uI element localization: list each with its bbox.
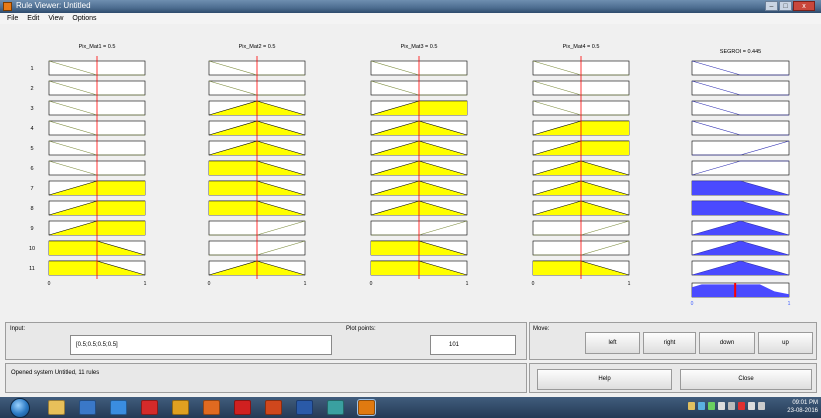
tray-battery-icon[interactable] xyxy=(738,402,745,410)
output-axis-min-label: 0 xyxy=(691,301,694,307)
window-title: Rule Viewer: Untitled xyxy=(16,1,91,10)
action-panel: Help Close xyxy=(529,363,817,393)
tray-flag-icon[interactable] xyxy=(688,402,695,410)
help-button[interactable]: Help xyxy=(537,369,672,390)
menu-file[interactable]: File xyxy=(7,13,18,24)
output-mf-cell[interactable] xyxy=(691,140,790,156)
rule-number[interactable]: 3 xyxy=(30,106,33,112)
rule-number[interactable]: 10 xyxy=(29,246,35,252)
rule-number[interactable]: 2 xyxy=(30,86,33,92)
clock[interactable]: 09:01 PM 23-08-2016 xyxy=(780,399,818,415)
internet-explorer-icon[interactable] xyxy=(110,400,127,415)
app-icon[interactable] xyxy=(327,400,344,415)
word-icon[interactable] xyxy=(296,400,313,415)
menu-view[interactable]: View xyxy=(48,13,63,24)
axis-max-label: 1 xyxy=(628,281,631,287)
rule-number[interactable]: 11 xyxy=(29,266,35,272)
axis-max-label: 1 xyxy=(466,281,469,287)
rule-number[interactable]: 9 xyxy=(30,226,33,232)
clock-time: 09:01 PM xyxy=(792,400,818,406)
input-panel: Input: [0.5;0.5;0.5;0.5] Plot points: 10… xyxy=(5,322,527,360)
tray-signal-icon[interactable] xyxy=(728,402,735,410)
move-panel: Move: left right down up xyxy=(529,322,817,360)
rule-number[interactable]: 1 xyxy=(30,66,33,72)
axis-max-label: 1 xyxy=(304,281,307,287)
rule-number[interactable]: 6 xyxy=(30,166,33,172)
menu-edit[interactable]: Edit xyxy=(27,13,39,24)
tray-bluetooth-icon[interactable] xyxy=(718,402,725,410)
plot-points-label: Plot points: xyxy=(346,326,376,332)
taskbar: 09:01 PM 23-08-2016 xyxy=(0,397,821,418)
move-down-button[interactable]: down xyxy=(699,332,755,354)
rule-number[interactable]: 4 xyxy=(30,126,33,132)
acrobat-icon[interactable] xyxy=(234,400,251,415)
move-left-button[interactable]: left xyxy=(585,332,640,354)
output-axis-max-label: 1 xyxy=(788,301,791,307)
system-tray xyxy=(688,402,765,410)
input-variable-label: Pix_Mat1 = 0.5 xyxy=(79,44,116,50)
tray-network-icon[interactable] xyxy=(698,402,705,410)
window-controls: – □ x xyxy=(765,1,815,11)
title-bar: Rule Viewer: Untitled – □ x xyxy=(0,0,821,13)
close-window-button[interactable]: x xyxy=(793,1,815,11)
plot-points-field[interactable]: 101 xyxy=(430,335,516,355)
powerpoint-icon[interactable] xyxy=(265,400,282,415)
output-mf-cell[interactable] xyxy=(691,100,790,116)
minimize-button[interactable]: – xyxy=(765,1,778,11)
rule-number[interactable]: 5 xyxy=(30,146,33,152)
axis-min-label: 0 xyxy=(370,281,373,287)
input-label: Input: xyxy=(10,326,26,332)
tray-app-icon[interactable] xyxy=(708,402,715,410)
tray-flag2-icon[interactable] xyxy=(758,402,765,410)
output-mf-cell[interactable] xyxy=(691,120,790,136)
output-mf-cell[interactable] xyxy=(691,160,790,176)
axis-max-label: 1 xyxy=(144,281,147,287)
matlab-app-icon xyxy=(3,2,12,11)
status-panel: Opened system Untitled, 11 rules xyxy=(5,363,527,393)
clock-date: 23-08-2016 xyxy=(787,408,818,414)
firefox-icon[interactable] xyxy=(203,400,220,415)
tray-volume-icon[interactable] xyxy=(748,402,755,410)
input-variable-label: Pix_Mat3 = 0.5 xyxy=(401,44,438,50)
move-right-button[interactable]: right xyxy=(643,332,696,354)
output-variable-label: SEGROI = 0.445 xyxy=(720,49,761,55)
output-mf-cell[interactable] xyxy=(691,80,790,96)
start-button[interactable] xyxy=(10,398,30,418)
move-label: Move: xyxy=(533,326,550,332)
close-button[interactable]: Close xyxy=(680,369,812,390)
matlab-icon[interactable] xyxy=(357,399,376,416)
maximize-button[interactable]: □ xyxy=(779,1,792,11)
input-variable-label: Pix_Mat2 = 0.5 xyxy=(239,44,276,50)
status-text: Opened system Untitled, 11 rules xyxy=(11,370,100,376)
menu-bar: File Edit View Options xyxy=(0,13,821,24)
rule-number[interactable]: 8 xyxy=(30,206,33,212)
opera-icon[interactable] xyxy=(141,400,158,415)
input-vector-field[interactable]: [0.5;0.5;0.5;0.5] xyxy=(70,335,332,355)
axis-min-label: 0 xyxy=(208,281,211,287)
input-variable-label: Pix_Mat4 = 0.5 xyxy=(563,44,600,50)
axis-min-label: 0 xyxy=(48,281,51,287)
chrome-icon[interactable] xyxy=(172,400,189,415)
rule-plot-area[interactable]: Pix_Mat1 = 0.5 Pix_Mat2 = 0.5 Pix_Mat3 = 0… xyxy=(0,24,821,318)
move-up-button[interactable]: up xyxy=(758,332,813,354)
media-player-icon[interactable] xyxy=(79,400,96,415)
menu-options[interactable]: Options xyxy=(72,13,96,24)
output-mf-cell[interactable] xyxy=(691,60,790,76)
rule-number[interactable]: 7 xyxy=(30,186,33,192)
axis-min-label: 0 xyxy=(532,281,535,287)
windows-explorer-icon[interactable] xyxy=(48,400,65,415)
